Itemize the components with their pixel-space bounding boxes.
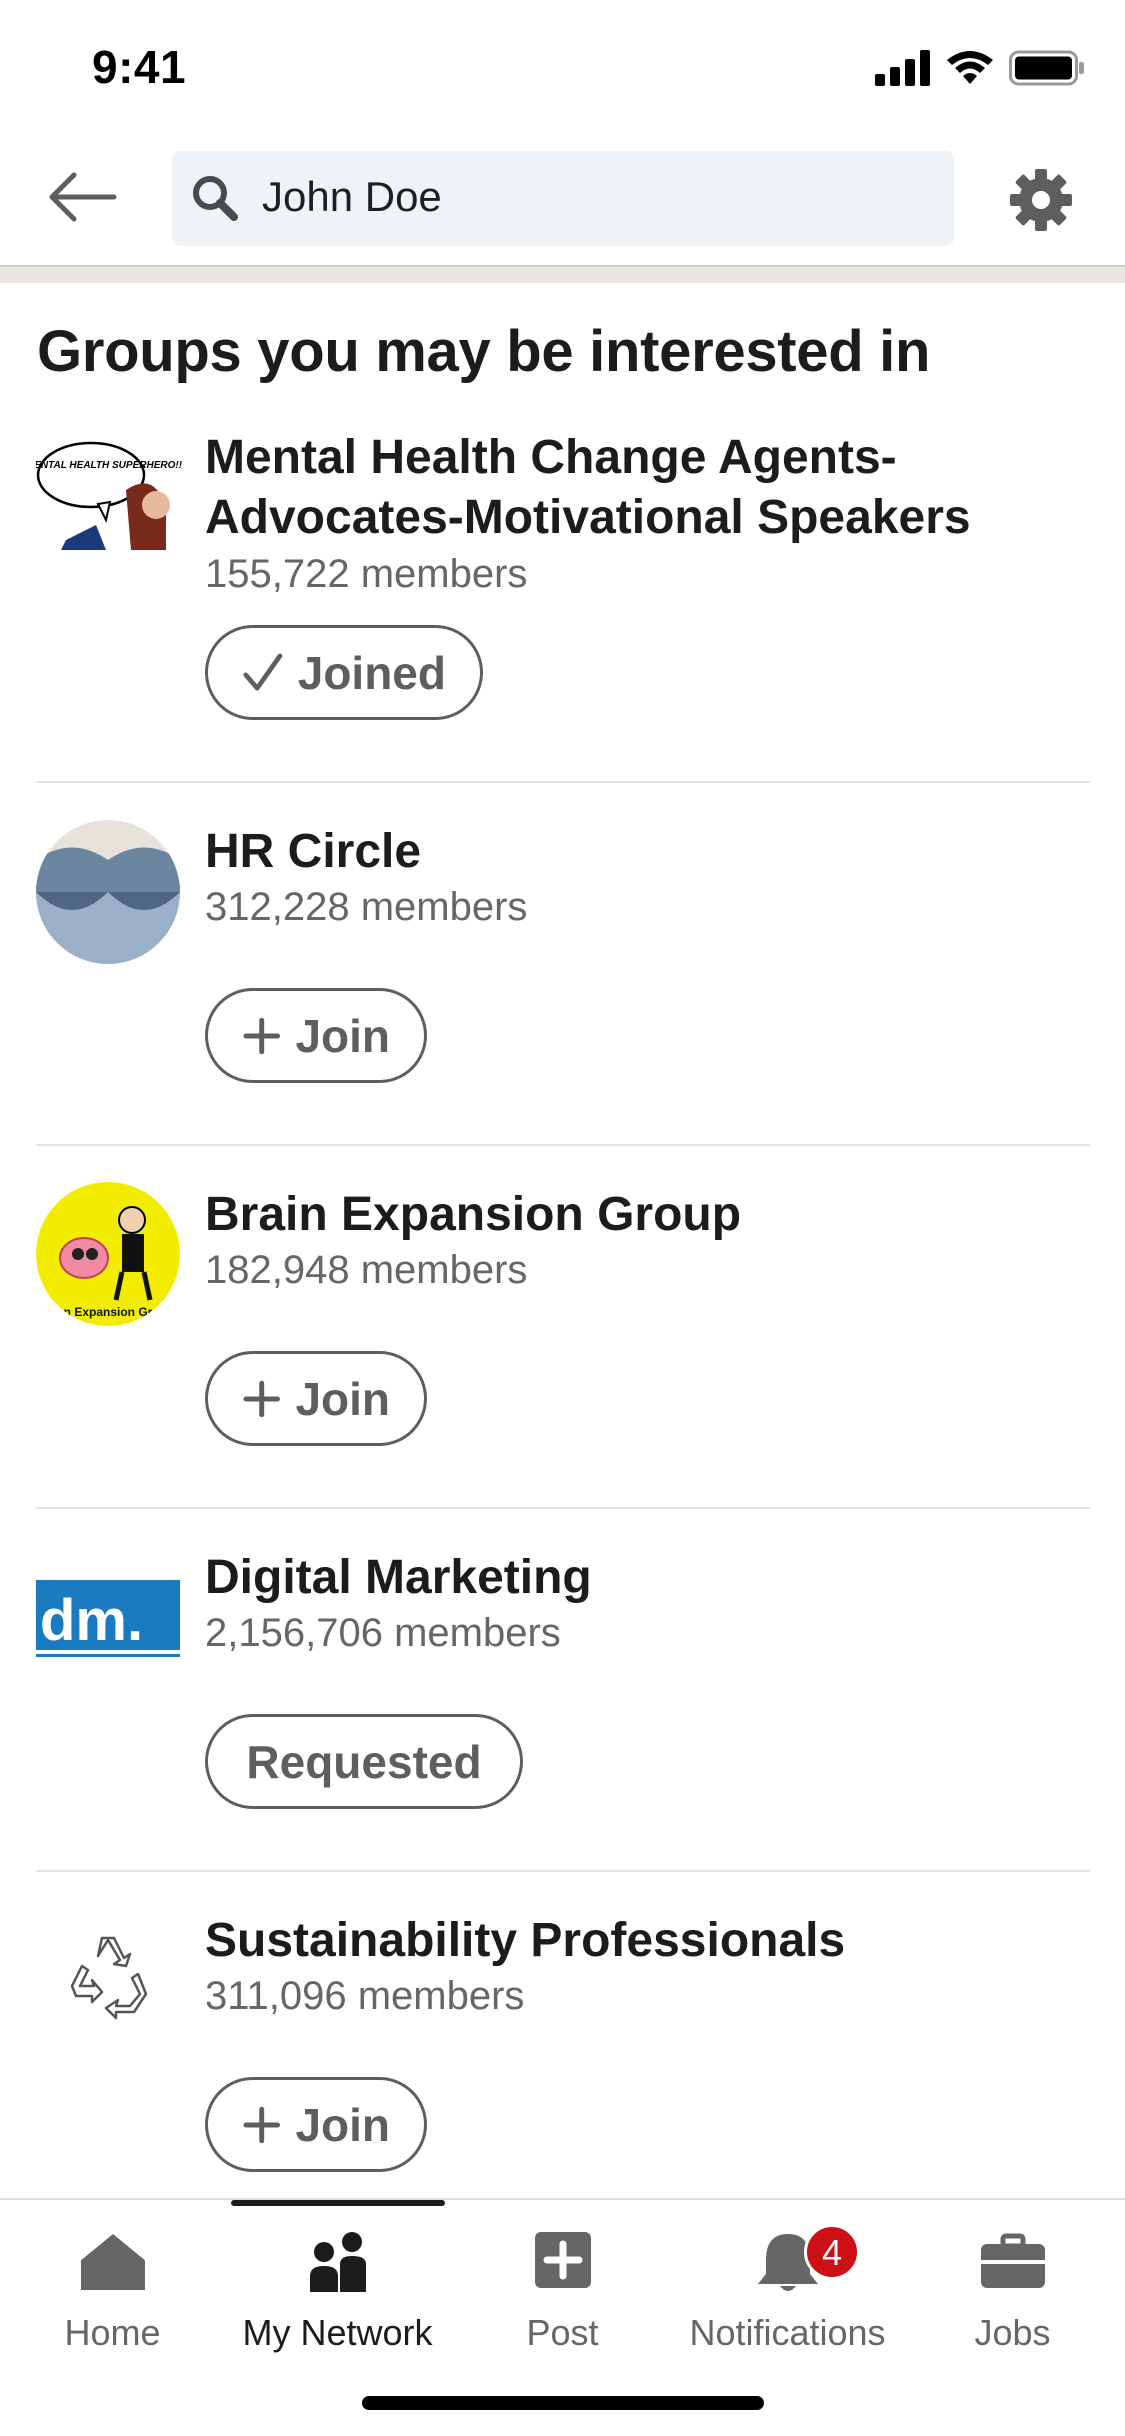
home-icon xyxy=(77,2230,148,2290)
section-title: Groups you may be interested in xyxy=(37,319,931,384)
active-tab-indicator xyxy=(231,2200,445,2206)
notification-badge: 4 xyxy=(804,2224,860,2280)
divider xyxy=(36,1507,1090,1509)
status-bar: 9:41 xyxy=(0,0,1125,135)
group-logo-mental-health-text: BE A MENTAL HEALTH SUPERHERO!! xyxy=(36,460,183,471)
battery-icon xyxy=(1009,50,1084,86)
nav-post-label: Post xyxy=(526,2312,599,2353)
nav-jobs-label: Jobs xyxy=(974,2312,1051,2353)
search-header: John Doe xyxy=(0,135,1125,265)
nav-jobs[interactable]: Jobs xyxy=(900,2220,1125,2360)
group-members-count: 311,096 members xyxy=(205,1974,525,2018)
divider xyxy=(36,1144,1090,1146)
check-icon xyxy=(243,653,283,691)
nav-my-network-label: My Network xyxy=(242,2312,433,2353)
network-icon xyxy=(309,2232,366,2292)
divider xyxy=(36,1870,1090,1872)
group-members-count: 155,722 members xyxy=(205,552,528,596)
plus-icon xyxy=(243,1017,280,1054)
header-divider xyxy=(0,265,1125,283)
group-name[interactable]: Mental Health Change Agents-Advocates-Mo… xyxy=(205,428,1085,548)
join-button[interactable]: Join xyxy=(205,988,427,1083)
status-time: 9:41 xyxy=(92,41,187,93)
group-logo-brain-expansion-text: n Expansion Gr xyxy=(64,1305,153,1319)
joined-button[interactable]: Joined xyxy=(205,625,483,720)
group-members-count: 182,948 members xyxy=(205,1248,528,1292)
settings-button[interactable] xyxy=(1006,165,1076,235)
search-input[interactable]: John Doe xyxy=(172,151,954,246)
group-logo-brain-expansion: n Expansion Gr xyxy=(36,1182,180,1326)
plus-icon xyxy=(243,2106,280,2143)
group-logo-recycle xyxy=(36,1908,180,2052)
gear-icon xyxy=(1010,169,1072,231)
group-members-count: 2,156,706 members xyxy=(205,1611,561,1655)
group-logo-hr-circle xyxy=(36,820,180,964)
search-query-text: John Doe xyxy=(262,173,442,220)
nav-home[interactable]: Home xyxy=(0,2220,225,2360)
requested-button[interactable]: Requested xyxy=(205,1714,523,1809)
wifi-icon xyxy=(947,51,993,84)
status-icons xyxy=(875,50,1085,86)
nav-home-label: Home xyxy=(64,2312,161,2353)
requested-button-label: Requested xyxy=(246,1735,482,1788)
plus-icon xyxy=(243,1380,280,1417)
cellular-signal-icon xyxy=(875,50,930,86)
briefcase-icon xyxy=(980,2233,1045,2288)
group-logo-digital-marketing-text: dm. xyxy=(40,1588,143,1653)
back-button[interactable] xyxy=(44,167,120,227)
nav-post[interactable]: Post xyxy=(450,2220,675,2360)
post-icon xyxy=(534,2232,591,2288)
recycle-icon xyxy=(36,1908,180,2052)
join-button-label: Join xyxy=(295,1009,390,1062)
nav-notifications-label: Notifications xyxy=(689,2312,886,2353)
group-logo-digital-marketing: dm. xyxy=(36,1570,180,1680)
group-name[interactable]: Brain Expansion Group xyxy=(205,1185,1085,1245)
group-name[interactable]: Sustainability Professionals xyxy=(205,1911,1085,1971)
divider xyxy=(36,781,1090,783)
nav-my-network[interactable]: My Network xyxy=(225,2220,450,2360)
group-name[interactable]: HR Circle xyxy=(205,822,1085,882)
group-logo-mental-health: BE A MENTAL HEALTH SUPERHERO!! xyxy=(36,430,186,550)
nav-notifications[interactable]: 4 Notifications xyxy=(675,2220,900,2360)
joined-button-label: Joined xyxy=(297,646,446,699)
join-button-label: Join xyxy=(295,2098,390,2151)
group-name[interactable]: Digital Marketing xyxy=(205,1548,1085,1608)
join-button[interactable]: Join xyxy=(205,2077,427,2172)
group-members-count: 312,228 members xyxy=(205,885,528,929)
home-indicator[interactable] xyxy=(362,2396,764,2410)
back-arrow-icon xyxy=(49,172,117,222)
join-button[interactable]: Join xyxy=(205,1351,427,1446)
join-button-label: Join xyxy=(295,1372,390,1425)
search-icon xyxy=(193,176,238,221)
